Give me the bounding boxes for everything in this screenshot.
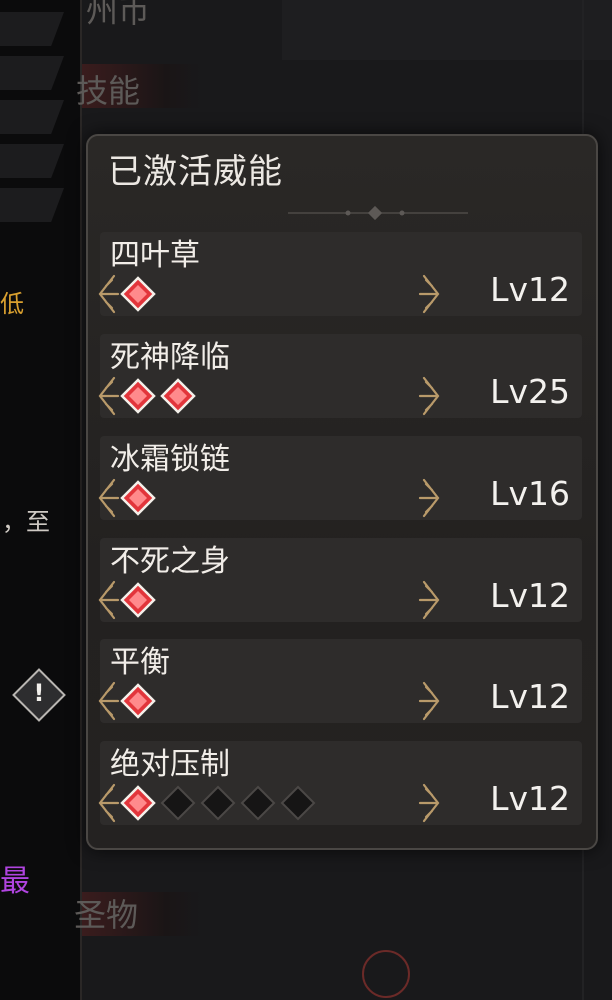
- gem-empty-icon: [240, 785, 276, 821]
- gem-active-icon: [120, 276, 156, 312]
- power-row[interactable]: 冰霜锁链 Lv16: [98, 436, 582, 520]
- gem-empty-icon: [200, 785, 236, 821]
- sidebar-tab[interactable]: [0, 188, 64, 222]
- power-level: Lv25: [490, 372, 570, 411]
- gem-bracket-left-icon: [98, 580, 120, 620]
- emblem-icon: [362, 950, 410, 998]
- gem-bracket-right-icon: [418, 274, 440, 314]
- power-level: Lv16: [490, 474, 570, 513]
- gem-slots: [120, 683, 156, 719]
- gem-bracket-left-icon: [98, 783, 120, 823]
- gem-slots: [120, 480, 156, 516]
- exclamation-icon: !: [33, 679, 45, 707]
- left-sidebar: 低 ，至 最: [0, 0, 82, 1000]
- top-panel: [282, 0, 612, 60]
- sidebar-tab[interactable]: [0, 12, 64, 46]
- power-row[interactable]: 平衡 Lv12: [98, 639, 582, 723]
- gem-bracket-right-icon: [418, 580, 440, 620]
- gem-empty-icon: [160, 785, 196, 821]
- power-level: Lv12: [490, 677, 570, 716]
- gem-bracket-right-icon: [418, 478, 440, 518]
- popup-title: 已激活威能: [108, 152, 283, 192]
- sidebar-text: 最: [0, 864, 30, 899]
- activated-powers-popup: 已激活威能 四叶草 Lv12 死神降临 Lv25 冰霜锁链 Lv16 不死之身 Lv12 平衡 L…: [86, 134, 598, 850]
- gem-bracket-right-icon: [418, 681, 440, 721]
- sidebar-tab[interactable]: [0, 100, 64, 134]
- gem-active-icon: [120, 378, 156, 414]
- top-title: 州币: [86, 0, 151, 30]
- gem-empty-icon: [280, 785, 316, 821]
- gem-active-icon: [120, 785, 156, 821]
- power-level: Lv12: [490, 576, 570, 615]
- power-row[interactable]: 不死之身 Lv12: [98, 538, 582, 622]
- gem-slots: [120, 785, 316, 821]
- gem-bracket-left-icon: [98, 681, 120, 721]
- gem-active-icon: [120, 480, 156, 516]
- sidebar-text: ，至: [2, 508, 50, 536]
- gem-bracket-right-icon: [418, 376, 440, 416]
- power-name: 死神降临: [110, 340, 230, 375]
- power-name: 冰霜锁链: [110, 442, 230, 477]
- gem-bracket-left-icon: [98, 376, 120, 416]
- sidebar-tab[interactable]: [0, 144, 64, 178]
- power-name: 绝对压制: [110, 747, 230, 782]
- gem-bracket-right-icon: [418, 783, 440, 823]
- ornament-divider: [288, 206, 468, 220]
- gem-active-icon: [120, 683, 156, 719]
- power-row[interactable]: 绝对压制 Lv12: [98, 741, 582, 825]
- power-level: Lv12: [490, 779, 570, 818]
- power-row[interactable]: 四叶草 Lv12: [98, 232, 582, 316]
- gem-bracket-left-icon: [98, 274, 120, 314]
- gem-bracket-left-icon: [98, 478, 120, 518]
- power-name: 平衡: [110, 645, 170, 680]
- sidebar-text: 低: [0, 290, 24, 318]
- power-name: 不死之身: [110, 544, 230, 579]
- section-items-title: 圣物: [74, 896, 139, 934]
- gem-slots: [120, 276, 156, 312]
- gem-slots: [120, 378, 196, 414]
- sidebar-tab[interactable]: [0, 56, 64, 90]
- gem-active-icon: [160, 378, 196, 414]
- power-name: 四叶草: [110, 238, 200, 273]
- gem-slots: [120, 582, 156, 618]
- section-skills-title: 技能: [76, 72, 141, 110]
- power-row[interactable]: 死神降临 Lv25: [98, 334, 582, 418]
- power-level: Lv12: [490, 270, 570, 309]
- gem-active-icon: [120, 582, 156, 618]
